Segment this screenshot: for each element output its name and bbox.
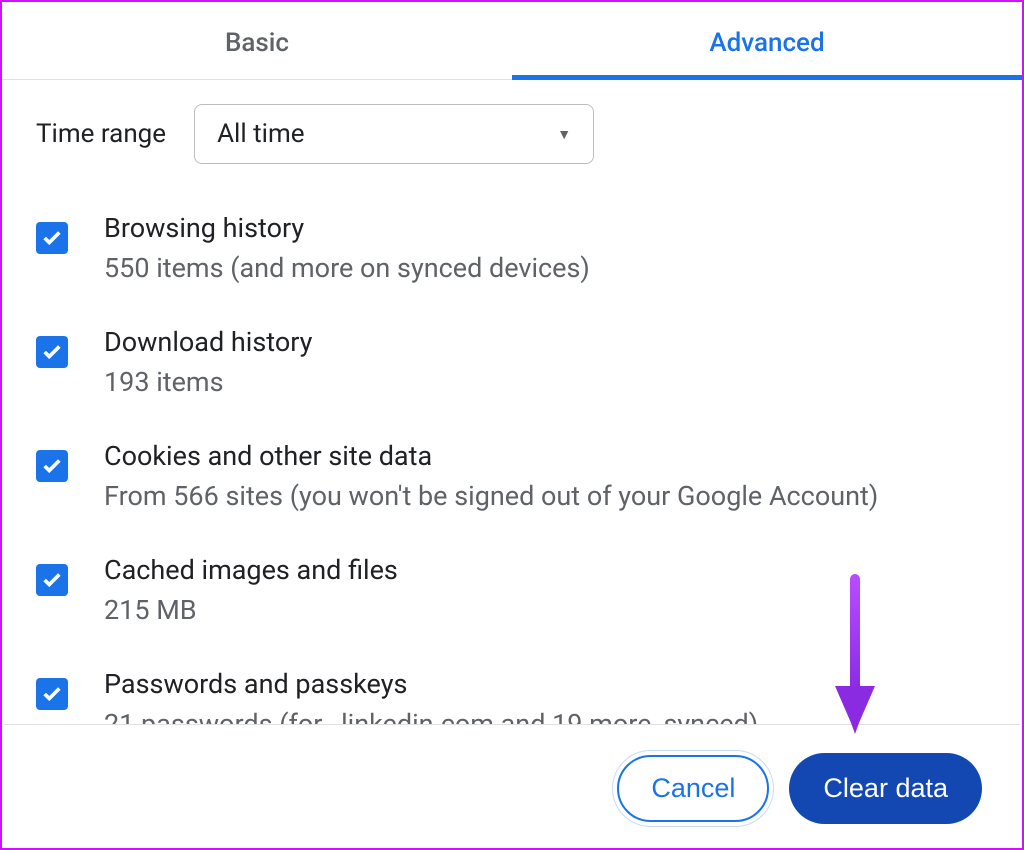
item-title: Download history bbox=[104, 326, 312, 358]
checkitem-cached: Cached images and files 215 MB bbox=[36, 554, 988, 626]
item-text: Browsing history 550 items (and more on … bbox=[104, 212, 590, 284]
check-icon bbox=[41, 683, 63, 705]
item-subtitle: 215 MB bbox=[104, 594, 398, 626]
item-text: Download history 193 items bbox=[104, 326, 312, 398]
checkitem-download-history: Download history 193 items bbox=[36, 326, 988, 398]
cancel-button[interactable]: Cancel bbox=[617, 755, 769, 822]
footer: Cancel Clear data bbox=[4, 724, 1020, 848]
tab-basic[interactable]: Basic bbox=[2, 2, 512, 79]
item-text: Cookies and other site data From 566 sit… bbox=[104, 440, 878, 512]
check-icon bbox=[41, 227, 63, 249]
tab-advanced[interactable]: Advanced bbox=[512, 2, 1022, 79]
check-icon bbox=[41, 569, 63, 591]
item-subtitle: 193 items bbox=[104, 366, 312, 398]
item-title: Cached images and files bbox=[104, 554, 398, 586]
item-text: Passwords and passkeys 21 passwords (for… bbox=[104, 668, 758, 724]
time-range-value: All time bbox=[217, 119, 304, 149]
item-title: Cookies and other site data bbox=[104, 440, 878, 472]
tab-advanced-label: Advanced bbox=[709, 28, 824, 58]
tabs-container: Basic Advanced bbox=[2, 2, 1022, 80]
checkbox-cached[interactable] bbox=[36, 564, 68, 596]
checkbox-download-history[interactable] bbox=[36, 336, 68, 368]
clear-data-button[interactable]: Clear data bbox=[789, 753, 982, 824]
checkbox-passwords[interactable] bbox=[36, 678, 68, 710]
checklist: Browsing history 550 items (and more on … bbox=[36, 212, 988, 724]
checkitem-passwords: Passwords and passkeys 21 passwords (for… bbox=[36, 668, 988, 724]
checkitem-cookies: Cookies and other site data From 566 sit… bbox=[36, 440, 988, 512]
item-title: Passwords and passkeys bbox=[104, 668, 758, 700]
time-range-label: Time range bbox=[36, 119, 166, 149]
time-range-row: Time range All time ▼ bbox=[36, 104, 988, 164]
check-icon bbox=[41, 455, 63, 477]
time-range-select[interactable]: All time ▼ bbox=[194, 104, 594, 164]
check-icon bbox=[41, 341, 63, 363]
checkbox-cookies[interactable] bbox=[36, 450, 68, 482]
content-area: Time range All time ▼ Browsing history 5… bbox=[2, 80, 1022, 724]
item-subtitle: 550 items (and more on synced devices) bbox=[104, 252, 590, 284]
checkitem-browsing-history: Browsing history 550 items (and more on … bbox=[36, 212, 988, 284]
item-subtitle: 21 passwords (for , linkedin.com and 19 … bbox=[104, 708, 758, 724]
chevron-down-icon: ▼ bbox=[557, 126, 571, 143]
tab-basic-label: Basic bbox=[225, 28, 289, 58]
item-title: Browsing history bbox=[104, 212, 590, 244]
item-text: Cached images and files 215 MB bbox=[104, 554, 398, 626]
checkbox-browsing-history[interactable] bbox=[36, 222, 68, 254]
item-subtitle: From 566 sites (you won't be signed out … bbox=[104, 480, 878, 512]
